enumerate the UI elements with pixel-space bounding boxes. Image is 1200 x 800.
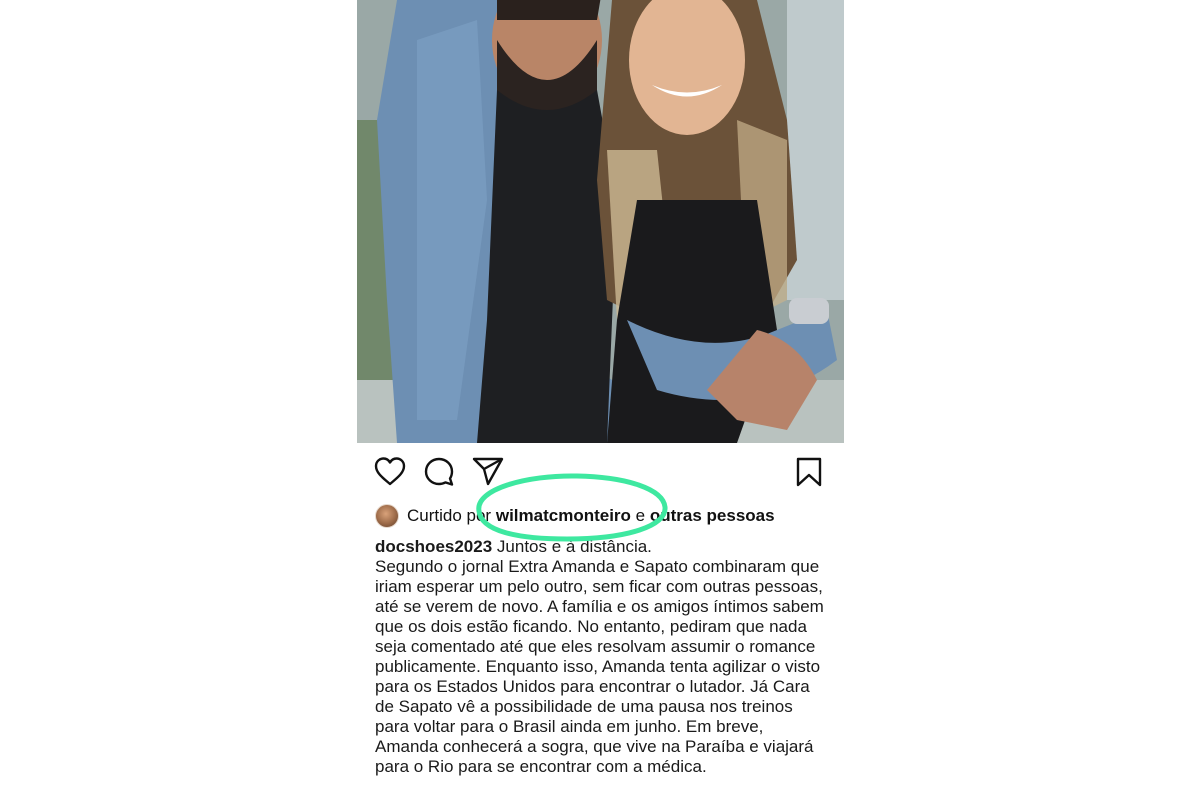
- caption-body: Segundo o jornal Extra Amanda e Sapato c…: [375, 557, 824, 776]
- caption-headline: Juntos e à distância.: [496, 537, 652, 556]
- avatar[interactable]: [375, 504, 399, 528]
- comment-bubble-icon[interactable]: [422, 455, 456, 489]
- likes-prefix: Curtido por: [407, 506, 492, 525]
- caption-username-link[interactable]: docshoes2023: [375, 537, 492, 556]
- likes-line: Curtido por wilmatcmonteiro e outras pes…: [375, 503, 775, 529]
- post-caption: docshoes2023 Juntos e à distância. Segun…: [375, 537, 830, 777]
- others-link[interactable]: outras pessoas: [650, 506, 775, 526]
- liker-username-link[interactable]: wilmatcmonteiro: [496, 506, 631, 526]
- heart-icon[interactable]: [373, 455, 407, 489]
- paper-plane-icon[interactable]: [471, 455, 505, 489]
- couple-photo: [357, 0, 844, 443]
- post-photo[interactable]: [357, 0, 844, 443]
- bookmark-icon[interactable]: [792, 455, 826, 489]
- likes-connector: e: [635, 506, 646, 525]
- post-actions: [357, 455, 844, 491]
- instagram-post: Curtido por wilmatcmonteiro e outras pes…: [357, 0, 844, 800]
